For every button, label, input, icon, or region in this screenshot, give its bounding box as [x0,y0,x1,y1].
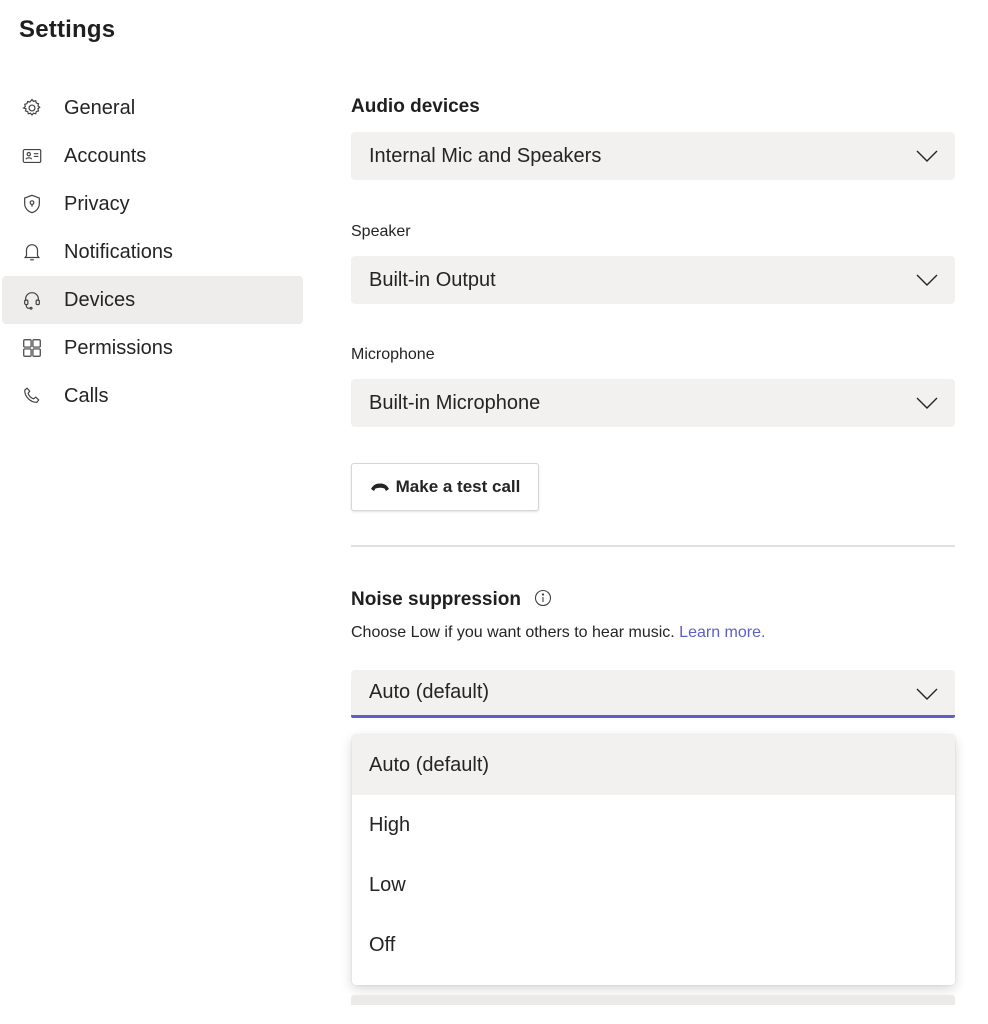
chevron-down-icon [916,274,938,286]
make-test-call-button[interactable]: Make a test call [351,463,539,511]
audio-device-value: Internal Mic and Speakers [369,144,602,167]
headset-icon [21,289,43,311]
microphone-dropdown[interactable]: Built-in Microphone [351,379,955,427]
audio-devices-heading: Audio devices [351,96,480,117]
sidebar-item-permissions[interactable]: Permissions [2,324,303,372]
sidebar-item-label: Accounts [64,144,147,167]
sidebar-item-privacy[interactable]: Privacy [2,180,303,228]
sidebar-item-calls[interactable]: Calls [2,372,303,420]
audio-device-dropdown[interactable]: Internal Mic and Speakers [351,132,955,180]
noise-suppression-dropdown[interactable]: Auto (default) [351,670,955,718]
speaker-dropdown[interactable]: Built-in Output [351,256,955,304]
sidebar-item-label: Permissions [64,336,173,359]
chevron-down-icon [916,688,938,700]
phone-icon [21,385,43,407]
microphone-value: Built-in Microphone [369,391,541,414]
make-test-call-label: Make a test call [395,477,521,496]
grid-icon [21,337,43,359]
option-low[interactable]: Low [352,855,955,915]
option-auto[interactable]: Auto (default) [352,735,955,795]
shield-lock-icon [21,193,43,215]
description-text: Choose Low if you want others to hear mu… [351,624,675,641]
bell-icon [21,241,43,263]
noise-suppression-options-menu: Auto (default) High Low Off [352,735,955,985]
sidebar-item-label: Privacy [64,192,130,215]
settings-sidebar: General Accounts Privacy Notifications D… [2,84,303,420]
sidebar-item-devices[interactable]: Devices [2,276,303,324]
chevron-down-icon [916,150,938,162]
sidebar-item-notifications[interactable]: Notifications [2,228,303,276]
info-icon[interactable] [534,589,552,607]
id-card-icon [21,145,43,167]
gear-icon [21,97,43,119]
sidebar-item-label: Devices [64,288,136,311]
noise-suppression-heading: Noise suppression [351,589,552,611]
noise-suppression-description: Choose Low if you want others to hear mu… [351,624,765,642]
sidebar-item-label: General [64,96,136,119]
speaker-value: Built-in Output [369,268,496,291]
page-title: Settings [19,16,116,43]
sidebar-item-general[interactable]: General [2,84,303,132]
option-high[interactable]: High [352,795,955,855]
noise-suppression-value: Auto (default) [369,681,490,703]
option-off[interactable]: Off [352,915,955,975]
learn-more-link[interactable]: Learn more. [679,624,765,641]
sidebar-item-label: Calls [64,384,109,407]
next-control-peek [351,995,955,1005]
sidebar-item-accounts[interactable]: Accounts [2,132,303,180]
microphone-label: Microphone [351,346,435,363]
section-divider [351,545,955,547]
phone-hangup-icon [370,483,389,491]
noise-suppression-title: Noise suppression [351,589,521,610]
speaker-label: Speaker [351,223,411,240]
chevron-down-icon [916,397,938,409]
sidebar-item-label: Notifications [64,240,173,263]
